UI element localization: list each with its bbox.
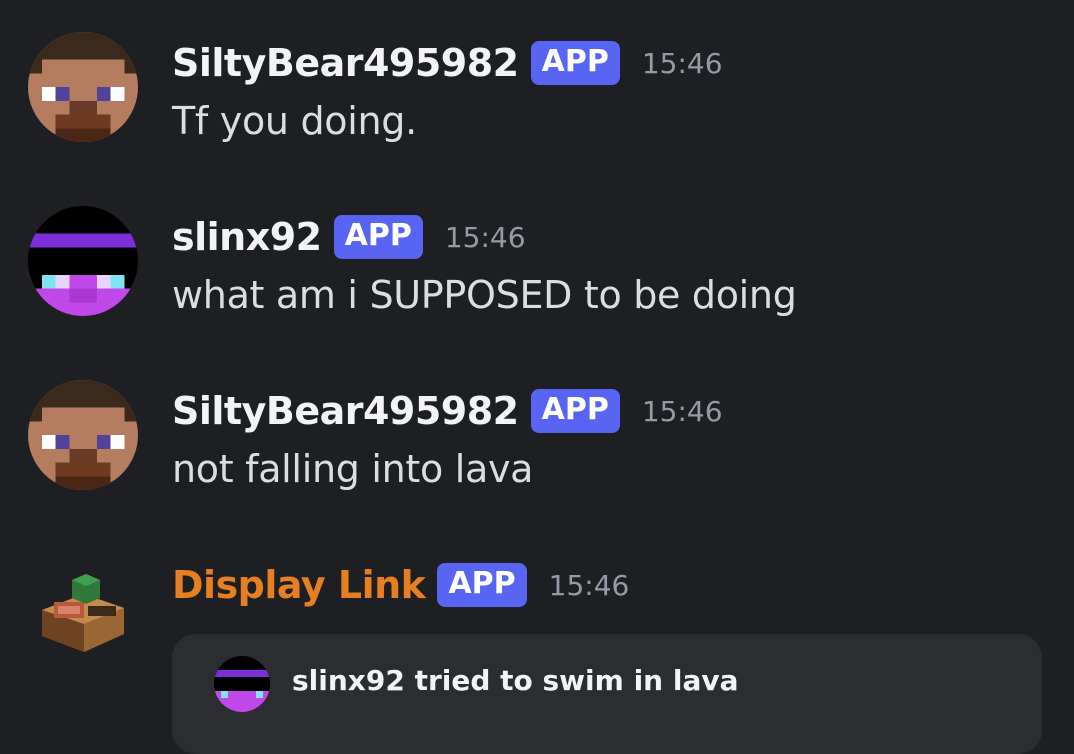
avatar[interactable] [28,380,138,490]
purple-skin-avatar-icon [214,656,270,712]
message-text: not falling into lava [172,447,534,491]
steve-avatar-icon [28,380,138,490]
message-header: slinx92 APP 15:46 [172,211,526,263]
username[interactable]: SiltyBear495982 [172,389,519,433]
embed-card: slinx92 tried to swim in lava [172,634,1042,754]
app-badge: APP [530,389,620,433]
timestamp[interactable]: 15:46 [642,395,723,428]
message-header: Display Link APP 15:46 [172,559,629,611]
embed-author: slinx92 tried to swim in lava [292,664,739,697]
embed-avatar [214,656,270,712]
timestamp[interactable]: 15:46 [549,569,630,602]
timestamp[interactable]: 15:46 [445,221,526,254]
display-link-block-icon [28,558,138,668]
timestamp[interactable]: 15:46 [642,47,723,80]
steve-avatar-icon [28,32,138,142]
app-badge: APP [333,215,423,259]
message-text: what am i SUPPOSED to be doing [172,273,797,317]
username[interactable]: Display Link [172,563,426,607]
avatar[interactable] [28,206,138,316]
app-badge: APP [437,563,527,607]
avatar[interactable] [28,558,138,668]
message-header: SiltyBear495982 APP 15:46 [172,385,723,437]
message-text: Tf you doing. [172,99,417,143]
avatar[interactable] [28,32,138,142]
app-badge: APP [530,41,620,85]
purple-skin-avatar-icon [28,206,138,316]
username[interactable]: slinx92 [172,215,322,259]
username[interactable]: SiltyBear495982 [172,41,519,85]
message-header: SiltyBear495982 APP 15:46 [172,37,723,89]
